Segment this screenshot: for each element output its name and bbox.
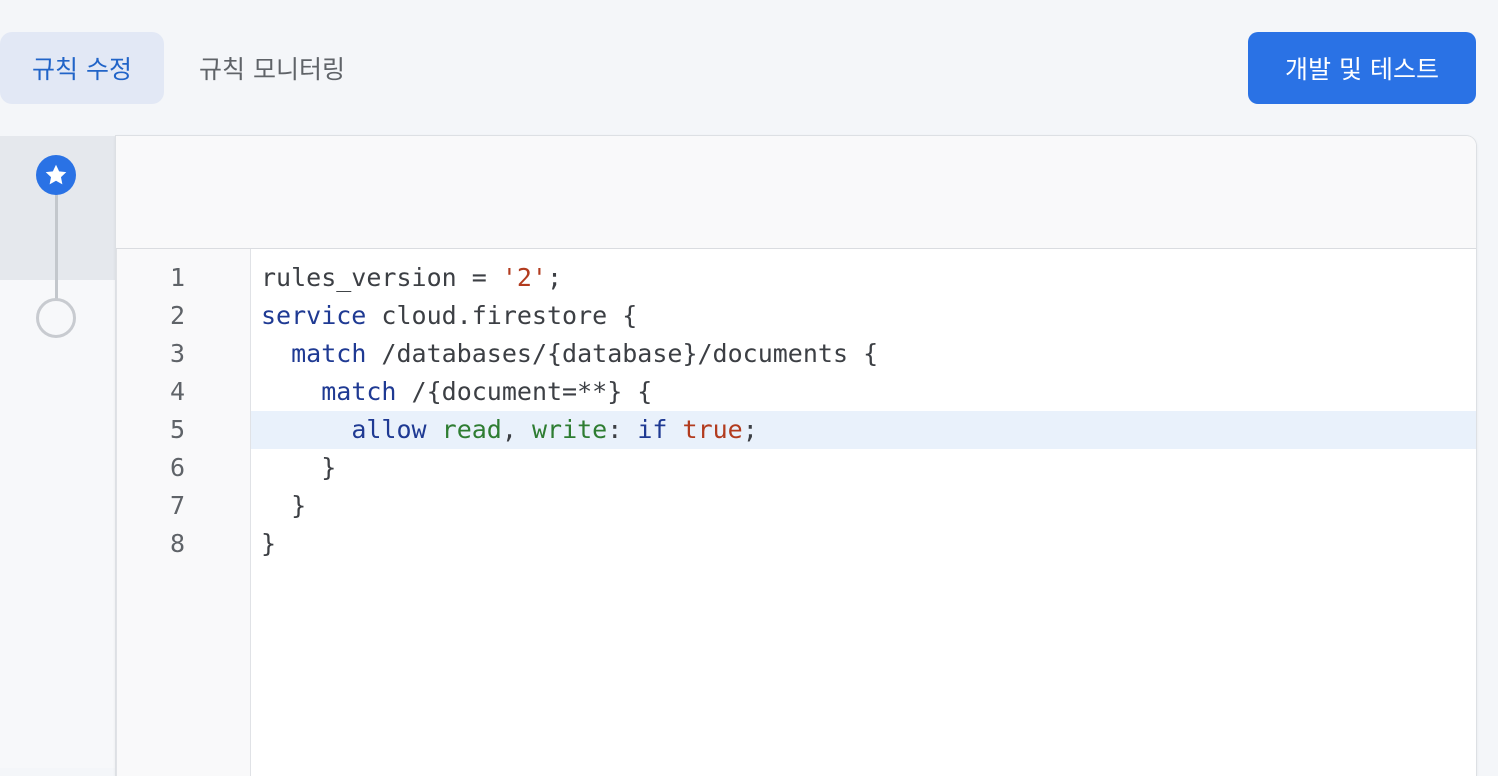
line-number-gutter: 1 2 3 4 5 6 7 8 — [116, 249, 251, 776]
editor-header — [116, 136, 1476, 249]
code-token: , — [501, 415, 532, 444]
code-token: true — [682, 415, 743, 444]
code-token: } — [261, 491, 307, 520]
tab-edit-rules-label: 규칙 수정 — [32, 55, 132, 84]
code-token: } — [261, 529, 277, 558]
code-token: write — [531, 415, 608, 444]
code-line[interactable]: } — [251, 449, 1476, 487]
code-token: match — [291, 339, 367, 368]
code-line[interactable]: match /{document=**} { — [251, 373, 1476, 411]
line-number: 5 — [169, 415, 185, 444]
code-token: rules_version = — [261, 263, 502, 292]
code-token: /databases/{database}/documents { — [366, 339, 879, 368]
code-line[interactable]: rules_version = '2'; — [251, 259, 1476, 297]
code-token: /{document=**} { — [396, 377, 653, 406]
line-number: 7 — [169, 491, 185, 520]
circle-outline-icon[interactable] — [36, 298, 76, 338]
code-line[interactable]: } — [251, 525, 1476, 563]
tab-edit-rules[interactable]: 규칙 수정 — [0, 32, 164, 104]
rules-toolbar: 규칙 수정 규칙 모니터링 개발 및 테스트 — [0, 0, 1498, 136]
tab-monitor-rules[interactable]: 규칙 모니터링 — [172, 32, 372, 104]
code-line[interactable]: match /databases/{database}/documents { — [251, 335, 1476, 373]
code-line[interactable]: service cloud.firestore { — [251, 297, 1476, 335]
code-token: ; — [546, 263, 563, 292]
line-number: 6 — [169, 453, 185, 482]
star-glyph — [45, 164, 67, 185]
tab-monitor-rules-label: 규칙 모니터링 — [199, 55, 345, 84]
code-token: allow — [351, 415, 427, 444]
code-token: : — [607, 415, 638, 444]
code-token: cloud.firestore { — [366, 301, 638, 330]
code-token: read — [441, 415, 502, 444]
code-area[interactable]: rules_version = '2'; service cloud.firest… — [251, 249, 1476, 776]
code-line[interactable]: allow read, write: if true; — [251, 411, 1476, 449]
rules-editor: 12345678 rules_version = '2'; service clo… — [116, 136, 1476, 776]
version-history-timeline — [0, 136, 116, 768]
code-token: '2' — [501, 263, 547, 292]
code-token: match — [321, 377, 397, 406]
line-number: 1 — [169, 263, 185, 292]
line-number: 4 — [169, 377, 185, 406]
line-number: 2 — [169, 301, 185, 330]
code-line[interactable]: } — [251, 487, 1476, 525]
line-number: 3 — [169, 339, 185, 368]
line-number: 8 — [169, 529, 185, 558]
code-token: if — [637, 415, 668, 444]
develop-and-test-button[interactable]: 개발 및 테스트 — [1248, 32, 1476, 104]
code-token: service — [261, 301, 367, 330]
code-token: ; — [742, 415, 758, 444]
code-token: } — [261, 453, 337, 482]
star-icon[interactable] — [36, 155, 76, 195]
